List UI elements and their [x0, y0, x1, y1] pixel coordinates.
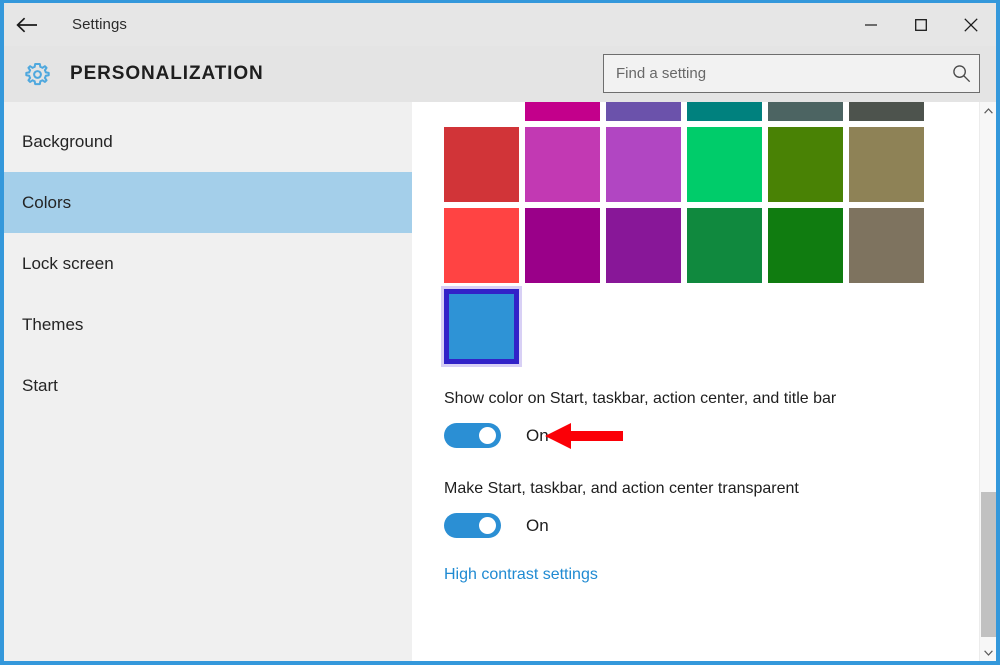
sidebar-item-start[interactable]: Start: [4, 355, 412, 416]
search-input[interactable]: [604, 55, 943, 92]
sidebar-item-themes[interactable]: Themes: [4, 294, 412, 355]
title-bar: Settings: [4, 3, 996, 46]
accent-swatch[interactable]: [444, 127, 519, 202]
transparency-toggle[interactable]: [444, 513, 501, 538]
show-color-toggle[interactable]: [444, 423, 501, 448]
toggle-knob: [479, 517, 496, 534]
minimize-icon: [865, 23, 877, 26]
back-button[interactable]: [4, 3, 50, 46]
maximize-button[interactable]: [896, 3, 946, 46]
accent-swatch[interactable]: [525, 127, 600, 202]
chevron-down-icon: [984, 649, 993, 656]
accent-swatch[interactable]: [849, 127, 924, 202]
search-box[interactable]: [603, 54, 980, 93]
sidebar-item-label: Background: [22, 131, 113, 151]
accent-swatch[interactable]: [444, 289, 519, 364]
setting-label-transparency: Make Start, taskbar, and action center t…: [444, 480, 799, 497]
body-area: Background Colors Lock screen Themes Sta…: [4, 102, 996, 661]
chevron-up-icon: [984, 107, 993, 114]
scrollbar-thumb[interactable]: [981, 492, 996, 637]
page-header: PERSONALIZATION: [4, 46, 996, 102]
window-controls: [846, 3, 996, 46]
search-icon: [952, 65, 970, 83]
settings-window: Settings PERSONALIZATION Find a setting …: [0, 0, 1000, 665]
setting-row-transparency: On: [444, 513, 549, 538]
accent-swatch[interactable]: [525, 102, 600, 121]
gear-icon-wrap: [4, 59, 70, 90]
toggle-knob: [479, 427, 496, 444]
search-button[interactable]: [943, 55, 979, 92]
red-left-arrow-icon: [545, 423, 623, 449]
scroll-down-button[interactable]: [980, 644, 996, 661]
sidebar-item-label: Colors: [22, 192, 72, 212]
accent-swatch[interactable]: [606, 102, 681, 121]
sidebar-nav: Background Colors Lock screen Themes Sta…: [4, 102, 412, 661]
accent-swatch[interactable]: [768, 208, 843, 283]
sidebar-item-label: Lock screen: [22, 253, 114, 273]
sidebar-item-lock-screen[interactable]: Lock screen: [4, 233, 412, 294]
accent-swatch[interactable]: [687, 127, 762, 202]
sidebar-item-label: Start: [22, 375, 58, 395]
setting-label-show-color: Show color on Start, taskbar, action cen…: [444, 390, 837, 407]
sidebar-item-background[interactable]: Background: [4, 111, 412, 172]
scroll-up-button[interactable]: [980, 102, 996, 119]
accent-swatch[interactable]: [606, 127, 681, 202]
accent-swatch[interactable]: [849, 102, 924, 121]
accent-swatch[interactable]: [687, 208, 762, 283]
accent-swatch[interactable]: [444, 208, 519, 283]
close-button[interactable]: [946, 3, 996, 46]
gear-icon: [24, 62, 50, 85]
show-color-toggle-state: On: [526, 425, 549, 445]
accent-swatch[interactable]: [525, 208, 600, 283]
accent-swatch[interactable]: [849, 208, 924, 283]
accent-swatch[interactable]: [768, 127, 843, 202]
transparency-toggle-state: On: [526, 515, 549, 535]
content-scrollbar[interactable]: [979, 102, 996, 661]
back-arrow-icon: [16, 17, 37, 32]
accent-swatch[interactable]: [768, 102, 843, 121]
minimize-button[interactable]: [846, 3, 896, 46]
window-title: Settings: [72, 16, 127, 33]
sidebar-item-label: Themes: [22, 314, 84, 334]
page-title: PERSONALIZATION: [70, 63, 264, 84]
accent-swatch[interactable]: [606, 208, 681, 283]
maximize-icon: [915, 18, 927, 31]
accent-swatch[interactable]: [687, 102, 762, 121]
accent-swatch[interactable]: [444, 102, 519, 121]
accent-color-grid: [444, 102, 944, 370]
sidebar-item-colors[interactable]: Colors: [4, 172, 412, 233]
high-contrast-settings-link[interactable]: High contrast settings: [444, 566, 598, 584]
setting-row-show-color: On: [444, 423, 549, 448]
close-icon: [964, 17, 978, 32]
content-pane: Show color on Start, taskbar, action cen…: [412, 102, 996, 661]
